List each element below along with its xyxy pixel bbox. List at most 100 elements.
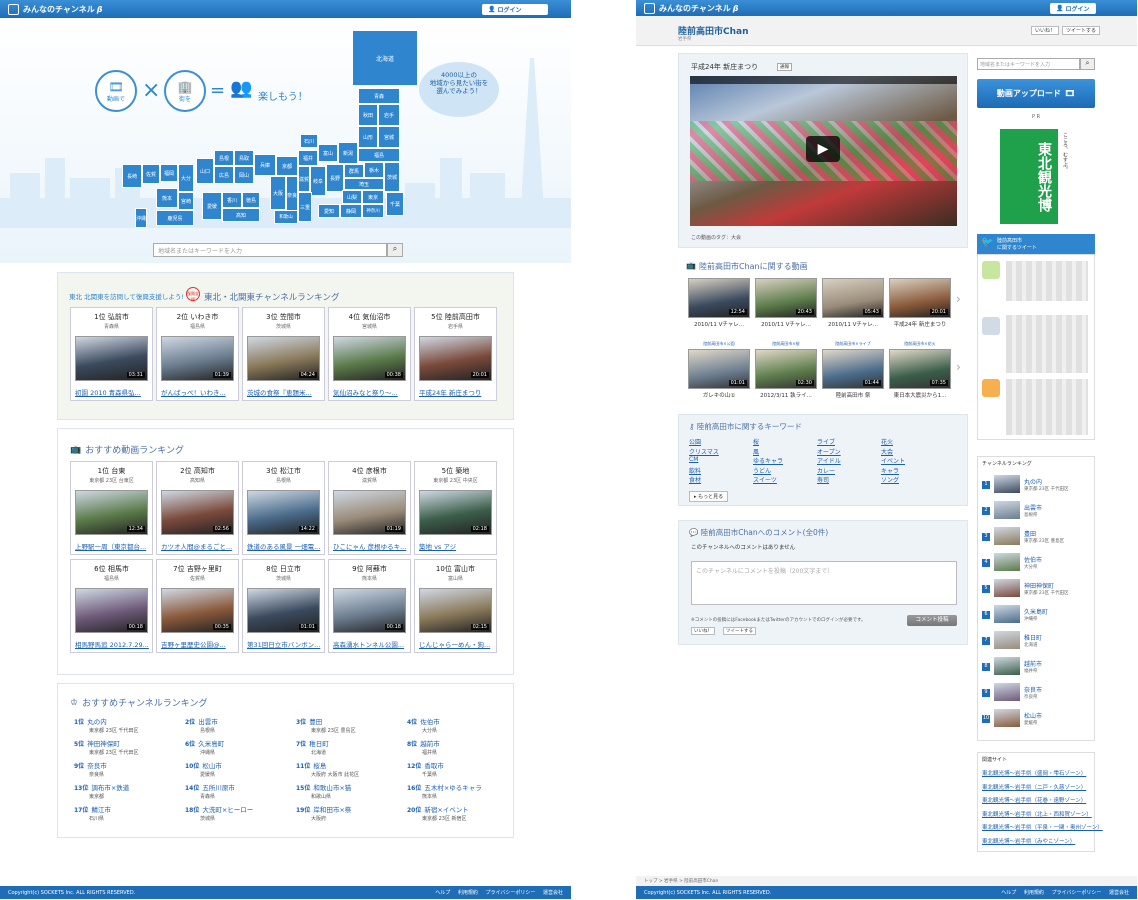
keyword-link[interactable]: うどん [753, 466, 771, 475]
video-card[interactable]: 1位 台東 東京都 23区 台東区 12:34 上野駅一周（東京都台... [70, 461, 153, 555]
footer-link-help[interactable]: ヘルプ [1001, 890, 1016, 896]
video-thumbnail[interactable]: 01:19 [333, 490, 406, 535]
tohoku-card[interactable]: 3位 笠間市 茨城県 04:24 茨城の食祭『恵題米... [242, 307, 325, 401]
channel-link[interactable]: 松山市 [1024, 711, 1042, 720]
pref-aomori[interactable]: 青森 [358, 88, 400, 104]
pref-ehime[interactable]: 愛媛 [202, 192, 222, 220]
channel-link[interactable]: 和歌山市×猫 [313, 784, 351, 792]
side-ranking-item[interactable]: 6 久米島町 沖縄県 [982, 605, 1092, 629]
keyword-link[interactable]: ゆるキャラ [753, 456, 783, 465]
channel-thumb[interactable] [994, 631, 1020, 649]
side-ranking-item[interactable]: 1 丸の内 東京都 23区 千代田区 [982, 475, 1092, 499]
pref-miyazaki[interactable]: 宮崎 [178, 192, 194, 210]
keyword-link[interactable]: CM [689, 456, 698, 463]
pref-gifu[interactable]: 岐阜 [310, 166, 326, 196]
footer-link-terms[interactable]: 利用規約 [1024, 890, 1044, 896]
card-title-link[interactable]: じんじゃら一めん・狗... [419, 639, 495, 649]
channel-link[interactable]: 五所川原市 [202, 784, 235, 792]
video-card[interactable]: 4位 彦根市 滋賀県 01:19 ひこにゃん 彦根ゆるキ... [328, 461, 411, 555]
card-title-link[interactable]: 平成24年 新庄まつり [419, 387, 495, 397]
pref-wakayama[interactable]: 和歌山 [274, 210, 298, 224]
pref-yamagata[interactable]: 山形 [358, 126, 378, 148]
channel-link[interactable]: 丸の内 [87, 718, 107, 726]
pref-hyogo[interactable]: 兵庫 [254, 154, 276, 176]
related-site-link[interactable]: 東北観光博～岩手県（花巻・遠野ゾーン） [982, 796, 1086, 804]
footer-link-company[interactable]: 運営会社 [543, 890, 563, 896]
channel-thumb[interactable] [994, 475, 1020, 493]
pref-kagoshima[interactable]: 鹿児島 [156, 210, 194, 226]
video-thumbnail[interactable]: 14:22 [247, 490, 320, 535]
pref-yamaguchi[interactable]: 山口 [196, 158, 214, 184]
channel-link[interactable]: 越前市 [420, 740, 440, 748]
channel-thumb[interactable] [994, 605, 1020, 623]
side-ranking-item[interactable]: 2 出雲市 島根県 [982, 501, 1092, 525]
card-title-link[interactable]: カツオ人間@まるごと... [161, 541, 237, 551]
side-ranking-item[interactable]: 7 稚日町 北海道 [982, 631, 1092, 655]
video-card[interactable]: 2位 高知市 高知県 02:56 カツオ人間@まるごと... [156, 461, 239, 555]
related-site-link[interactable]: 東北観光博～岩手県（二戸・久慈ゾーン） [982, 783, 1086, 791]
keyword-link[interactable]: スイーツ [753, 475, 777, 484]
related-thumb[interactable]: 05:43 [822, 278, 884, 318]
channel-link[interactable]: 大洗町×ヒーロー [202, 806, 253, 814]
pref-tokushima[interactable]: 徳島 [242, 192, 260, 208]
tweet-button[interactable]: ツイートする [1062, 26, 1101, 35]
related-site-link[interactable]: 東北観光博～岩手県（平泉・一関・奥州ゾーン） [982, 823, 1103, 831]
channel-link[interactable]: 久米島町 [198, 740, 224, 748]
side-ranking-item[interactable]: 8 越前市 福井県 [982, 657, 1092, 681]
pref-kochi[interactable]: 高知 [222, 208, 260, 222]
pref-saitama[interactable]: 埼玉 [344, 178, 384, 190]
keyword-link[interactable]: クリスマス [689, 447, 719, 456]
channel-link[interactable]: 香取市 [424, 762, 444, 770]
related-thumb[interactable]: 20:43 [755, 278, 817, 318]
pref-tokyo[interactable]: 東京 [362, 190, 384, 204]
channel-link[interactable]: 久米島町 [1024, 607, 1048, 616]
comment-like-button[interactable]: いいね！ [691, 627, 715, 635]
channel-thumb[interactable] [994, 579, 1020, 597]
footer-link-terms[interactable]: 利用規約 [458, 890, 478, 896]
pref-kumamoto[interactable]: 熊本 [156, 188, 178, 208]
video-thumbnail[interactable]: 12:34 [75, 490, 148, 535]
card-title-link[interactable]: 鉄道のある風景 一畑電... [247, 541, 323, 551]
video-card[interactable]: 7位 吉野ヶ里町 佐賀県 00:35 吉野ヶ里歴史公園@... [156, 559, 239, 653]
channel-thumb[interactable] [994, 709, 1020, 727]
footer-link-company[interactable]: 運営会社 [1109, 890, 1129, 896]
related-group-label[interactable]: 陸前高田市×花火 [889, 341, 951, 347]
tohoku-banner[interactable]: 東北 北関東を訪問して復興支援しよう! [69, 291, 184, 301]
channel-link[interactable]: 奈良市 [1024, 685, 1042, 694]
related-thumb[interactable]: 20:01 [889, 278, 951, 318]
related-site-link[interactable]: 東北観光博～岩手県（盛岡・雫石ゾーン） [982, 769, 1086, 777]
related-site-link[interactable]: 東北観光博～岩手県（北上・西和賀ゾーン） [982, 810, 1092, 818]
channel-link[interactable]: 稚日町 [1024, 633, 1042, 642]
side-ranking-item[interactable]: 9 奈良市 奈良県 [982, 683, 1092, 707]
tohoku-card[interactable]: 2位 いわき市 福島県 01:39 がんばっぺ！いわき... [156, 307, 239, 401]
pref-chiba[interactable]: 千葉 [386, 192, 404, 216]
channel-link[interactable]: 稚日町 [309, 740, 329, 748]
pref-hiroshima[interactable]: 広島 [214, 166, 234, 184]
channel-link[interactable]: 新宿×イベント [424, 806, 468, 814]
video-card[interactable]: 3位 松江市 島根県 14:22 鉄道のある風景 一畑電... [242, 461, 325, 555]
play-icon[interactable]: ▶ [806, 136, 840, 162]
channel-link[interactable]: 桜島 [313, 762, 326, 770]
channel-link[interactable]: 豊田 [1024, 529, 1036, 538]
video-thumbnail[interactable]: 04:24 [247, 336, 320, 381]
video-player[interactable]: ▶ [690, 76, 957, 226]
pref-oita[interactable]: 大分 [178, 164, 194, 192]
pref-nagano[interactable]: 長野 [326, 164, 344, 192]
channel-link[interactable]: 奈良市 [87, 762, 107, 770]
pref-tottori[interactable]: 鳥取 [234, 150, 254, 166]
keyword-link[interactable]: キャラ [881, 466, 899, 475]
channel-thumb[interactable] [994, 657, 1020, 675]
keyword-link[interactable]: ライブ [817, 437, 835, 446]
pref-tochigi[interactable]: 栃木 [364, 162, 384, 178]
keyword-link[interactable]: 大会 [881, 447, 893, 456]
search-icon[interactable]: ⌕ [1080, 58, 1095, 70]
related-thumb[interactable]: 07:35 [889, 349, 951, 389]
ad-banner[interactable]: 東北観光博 こころ、むすぶ。 [980, 124, 1090, 227]
pref-fukuoka[interactable]: 福岡 [160, 164, 178, 182]
video-thumbnail[interactable]: 02:15 [419, 588, 492, 633]
comment-textarea[interactable]: このチャンネルにコメントを投稿（200文字まで） [691, 561, 957, 605]
pref-fukui[interactable]: 福井 [298, 150, 318, 166]
keyword-link[interactable]: 公園 [689, 437, 701, 446]
channel-thumb[interactable] [994, 501, 1020, 519]
pref-kyoto[interactable]: 京都 [276, 156, 298, 176]
